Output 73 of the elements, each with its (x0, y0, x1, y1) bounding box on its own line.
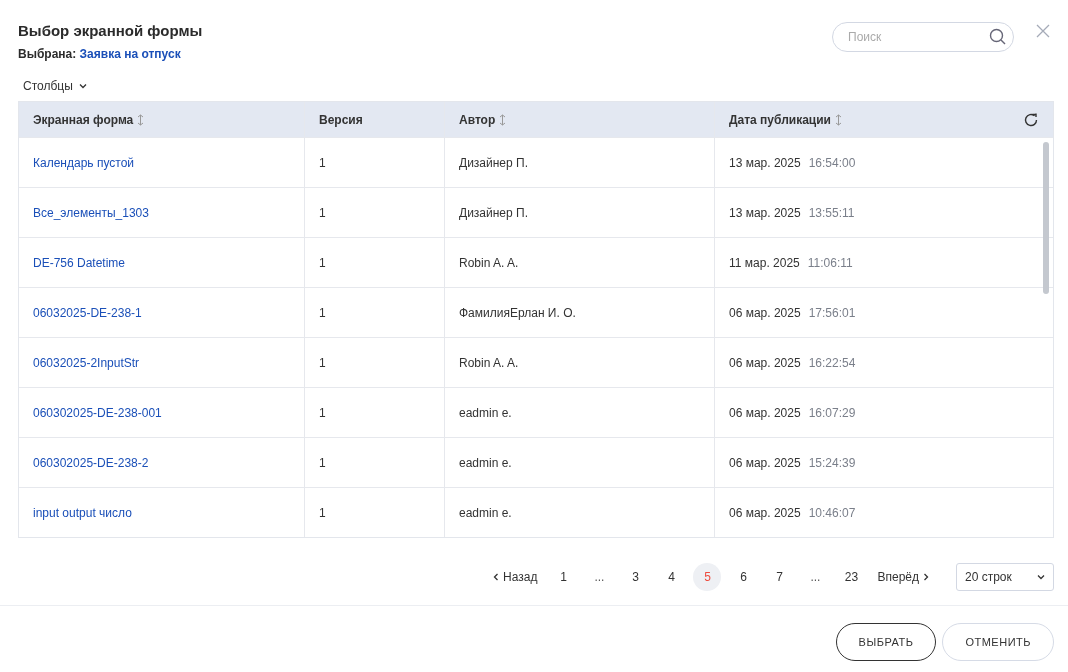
time-text: 16:54:00 (808, 155, 856, 170)
date-text: 13 мар. 2025 (729, 155, 801, 170)
author-cell: Дизайнер П. (459, 205, 528, 220)
cancel-button[interactable]: ОТМЕНИТЬ (942, 623, 1054, 661)
form-name-link[interactable]: 06032025-2InputStr (33, 355, 140, 370)
refresh-icon[interactable] (1023, 111, 1039, 128)
page-button[interactable]: 1 (549, 563, 578, 591)
version-cell: 1 (319, 505, 326, 520)
version-cell: 1 (319, 255, 326, 270)
date-text: 13 мар. 2025 (729, 205, 801, 220)
version-cell: 1 (319, 355, 326, 370)
time-text: 11:06:11 (807, 255, 853, 270)
column-header: Версия (319, 112, 363, 127)
form-name-link[interactable]: Календарь пустой (33, 155, 134, 170)
time-text: 17:56:01 (808, 305, 856, 320)
author-cell: Дизайнер П. (459, 155, 528, 170)
form-name-link[interactable]: 06032025-DE-238-1 (33, 305, 142, 320)
date-text: 06 мар. 2025 (729, 355, 801, 370)
prev-page-button[interactable]: Назад (488, 563, 542, 591)
selected-label: Выбрана: (18, 47, 77, 61)
sort-icon[interactable] (499, 113, 507, 126)
page-button[interactable]: 4 (657, 563, 686, 591)
date-text: 11 мар. 2025 (729, 255, 800, 270)
column-header[interactable]: Автор (459, 112, 507, 127)
time-text: 16:22:54 (808, 355, 856, 370)
page-button[interactable]: 23 (837, 563, 866, 591)
columns-dropdown[interactable]: Столбцы (23, 79, 87, 93)
version-cell: 1 (319, 405, 326, 420)
author-cell: eadmin e. (459, 455, 512, 470)
search-field[interactable]: Поиск (832, 22, 1014, 52)
version-cell: 1 (319, 455, 326, 470)
author-cell: ФамилияЕрлан И. О. (459, 305, 576, 320)
page-button[interactable]: 3 (621, 563, 650, 591)
date-text: 06 мар. 2025 (729, 305, 801, 320)
time-text: 10:46:07 (808, 505, 856, 520)
column-header[interactable]: Экранная форма (33, 112, 145, 127)
close-button[interactable] (1036, 24, 1050, 38)
author-cell: Robin A. A. (459, 255, 519, 270)
form-name-link[interactable]: Все_элементы_1303 (33, 205, 149, 220)
chevron-right-icon (922, 573, 930, 581)
form-name-link[interactable]: DE-756 Datetime (33, 255, 126, 270)
sort-icon[interactable] (834, 113, 842, 126)
page-size-select[interactable]: 20 строк (956, 563, 1054, 591)
scrollbar-thumb[interactable] (1043, 142, 1049, 294)
time-text: 16:07:29 (808, 405, 856, 420)
chevron-down-icon (78, 82, 87, 90)
form-name-link[interactable]: 060302025-DE-238-001 (33, 405, 162, 420)
selected-form-link[interactable]: Заявка на отпуск (79, 47, 181, 61)
sort-icon[interactable] (137, 113, 145, 126)
chevron-left-icon (492, 573, 501, 581)
ellipsis: ... (809, 570, 822, 584)
form-name-link[interactable]: 060302025-DE-238-2 (33, 455, 149, 470)
version-cell: 1 (319, 155, 326, 170)
author-cell: Robin A. A. (459, 355, 519, 370)
date-text: 06 мар. 2025 (729, 405, 801, 420)
time-text: 13:55:11 (808, 205, 855, 220)
version-cell: 1 (319, 305, 326, 320)
author-cell: eadmin e. (459, 505, 512, 520)
form-name-link[interactable]: input output число (33, 505, 132, 520)
dialog-title: Выбор экранной формы (18, 22, 203, 39)
select-button[interactable]: ВЫБРАТЬ (835, 623, 937, 661)
search-icon (989, 28, 1006, 45)
ellipsis: ... (593, 570, 606, 584)
column-header[interactable]: Дата публикации (729, 112, 842, 127)
date-text: 06 мар. 2025 (729, 505, 801, 520)
page-button[interactable]: 6 (729, 563, 758, 591)
author-cell: eadmin e. (459, 405, 512, 420)
next-page-button[interactable]: Вперёд (873, 563, 934, 591)
version-cell: 1 (319, 205, 326, 220)
time-text: 15:24:39 (808, 455, 856, 470)
page-button[interactable]: 7 (765, 563, 794, 591)
chevron-down-icon (1037, 573, 1045, 581)
date-text: 06 мар. 2025 (729, 455, 801, 470)
